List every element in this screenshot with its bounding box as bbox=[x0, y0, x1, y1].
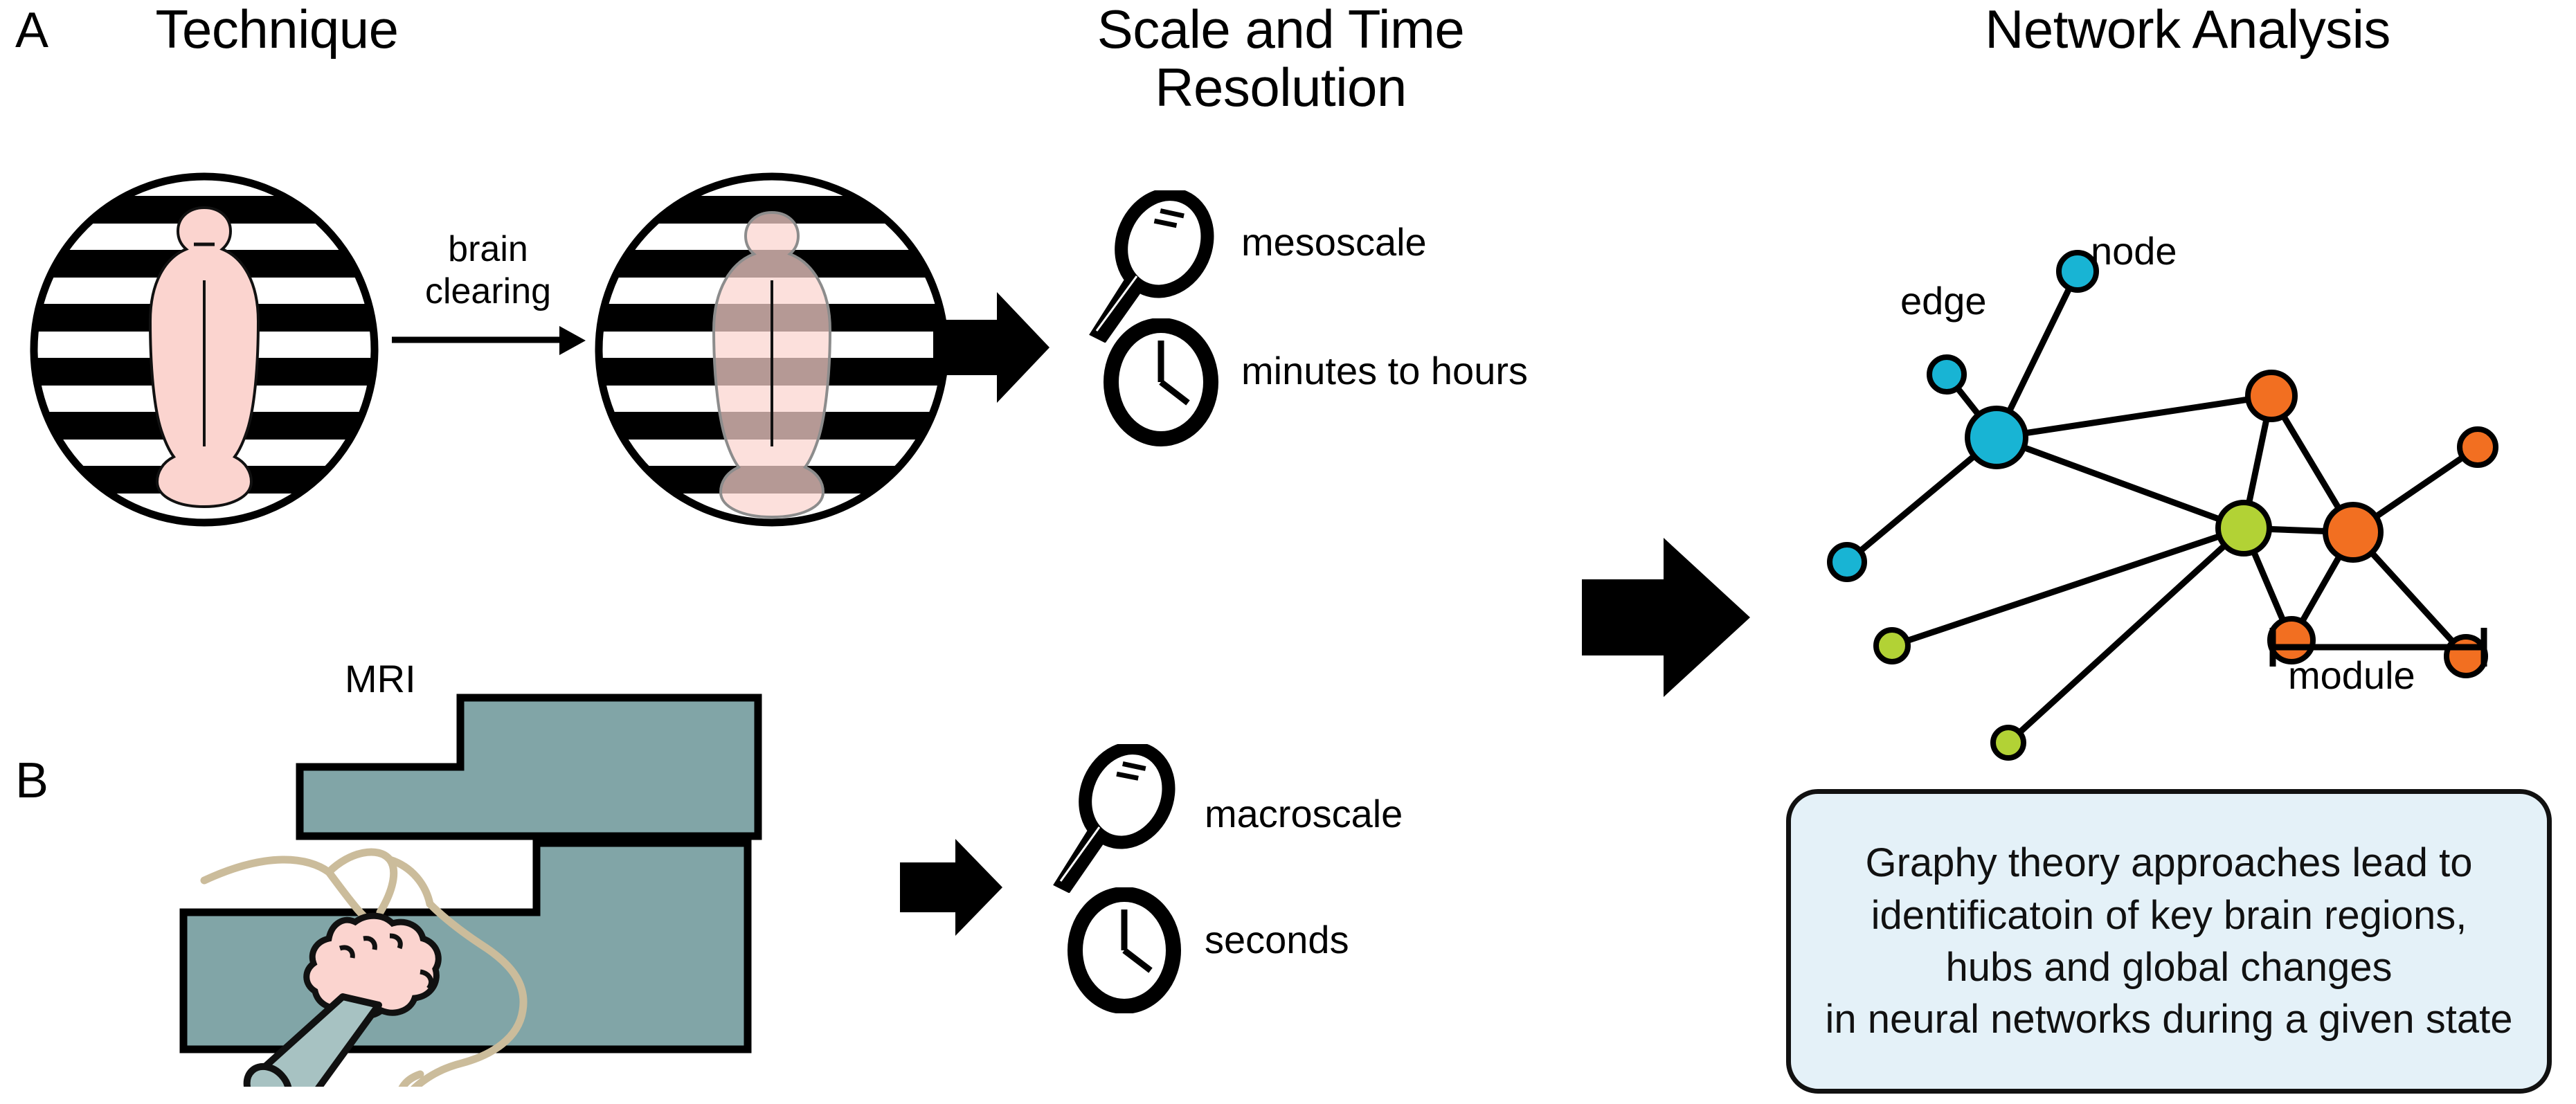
network-edge bbox=[1993, 392, 2275, 441]
panel-letter-a: A bbox=[15, 3, 49, 58]
network-edge bbox=[2005, 525, 2247, 746]
scale-label-minutes-to-hours: minutes to hours bbox=[1241, 349, 1528, 392]
column-header-technique: Technique bbox=[155, 0, 399, 60]
network-label-node: node bbox=[2091, 229, 2177, 273]
arrow-right-icon-to-network bbox=[1582, 538, 1750, 697]
mri-label: MRI bbox=[345, 657, 416, 700]
column-header-network-analysis: Network Analysis bbox=[1985, 0, 2390, 60]
network-node bbox=[1965, 406, 2028, 469]
network-node bbox=[1927, 354, 1967, 395]
clock-icon-seconds bbox=[1068, 887, 1181, 1013]
mri-upper-block bbox=[296, 694, 762, 840]
clock-icon-minutes-to-hours bbox=[1104, 318, 1218, 446]
network-edge bbox=[1993, 434, 2247, 532]
panel-letter-b: B bbox=[15, 753, 49, 808]
brain-clearing-label: brain clearing bbox=[424, 229, 552, 312]
scale-label-seconds: seconds bbox=[1205, 918, 1349, 961]
conclusion-text-box: Graphy theory approaches lead to identif… bbox=[1786, 789, 2552, 1094]
network-edge bbox=[1889, 525, 2247, 649]
scale-label-mesoscale: mesoscale bbox=[1241, 220, 1427, 264]
network-label-module: module bbox=[2288, 653, 2415, 697]
network-label-edge: edge bbox=[1900, 279, 1987, 323]
magnifier-icon-macroscale bbox=[1053, 744, 1176, 893]
network-node bbox=[2457, 426, 2498, 468]
mri-scanner-illustration bbox=[179, 694, 762, 1087]
network-node bbox=[1873, 627, 1911, 664]
column-header-scale-and-time: Scale and Time Resolution bbox=[1097, 0, 1465, 118]
conclusion-text: Graphy theory approaches lead to identif… bbox=[1825, 840, 2513, 1042]
arrow-right-icon-panel-b bbox=[900, 839, 1002, 936]
network-node bbox=[2215, 500, 2272, 556]
network-node bbox=[1827, 542, 1867, 582]
mouse-before-clearing-illustration bbox=[30, 172, 379, 527]
mri-lower-block bbox=[179, 839, 752, 1053]
network-node bbox=[1990, 725, 2026, 761]
network-node bbox=[2444, 634, 2488, 678]
mouse-after-clearing-illustration bbox=[595, 172, 949, 527]
scale-label-macroscale: macroscale bbox=[1205, 792, 1403, 835]
brain-clearing-arrow-icon bbox=[392, 326, 586, 355]
network-node bbox=[2323, 502, 2384, 563]
network-node bbox=[2245, 370, 2298, 422]
arrow-right-icon-panel-a bbox=[933, 292, 1050, 403]
